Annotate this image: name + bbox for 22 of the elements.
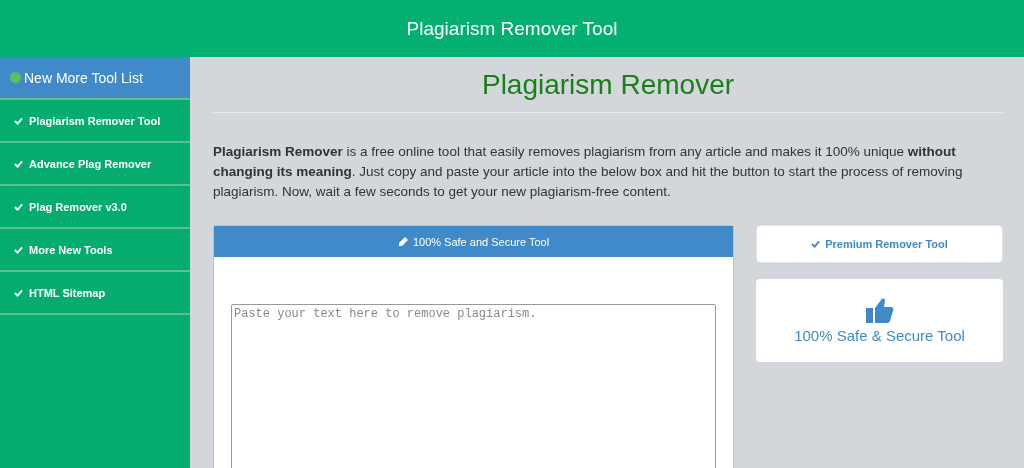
- check-icon: [14, 245, 23, 254]
- text-input-field[interactable]: Paste your text here to remove plagiarism.: [231, 304, 716, 468]
- check-icon: [14, 202, 23, 211]
- safe-text: 100% Safe & Secure Tool: [794, 327, 965, 344]
- card-title: 100% Safe and Secure Tool: [412, 235, 550, 248]
- check-icon: [14, 288, 23, 297]
- page-heading: Plagiarism Remover: [213, 69, 1003, 113]
- thumbs-up-icon: [865, 297, 894, 323]
- check-icon: [14, 159, 23, 168]
- site-title: Plagiarism Remover Tool: [406, 17, 618, 40]
- sidebar-title: New More Tool List: [24, 69, 143, 86]
- sidebar-link[interactable]: Plagiarism Remover Tool: [0, 100, 190, 143]
- intro-paragraph: Plagiarism Remover is a free online tool that easily removes plagiarism from any article and makes it 100% unique without changing its meaning. Just copy and paste your article into the below box and hit the button to start the process of removing plagiarism. Now, wait a few seconds to get your new plagiarism-free content.: [213, 143, 964, 201]
- sidebar-link[interactable]: Plag Remover v3.0: [0, 186, 190, 229]
- check-icon: [811, 240, 821, 248]
- pencil-icon: [397, 236, 408, 247]
- sidebar-link[interactable]: Advance Plag Remover: [0, 143, 190, 186]
- premium-remover-button[interactable]: Premium Remover Tool: [756, 225, 1003, 263]
- sidebar-link[interactable]: HTML Sitemap: [0, 272, 190, 315]
- dot-icon: [10, 72, 21, 83]
- check-icon: [14, 116, 23, 125]
- sidebar-link[interactable]: More New Tools: [0, 229, 190, 272]
